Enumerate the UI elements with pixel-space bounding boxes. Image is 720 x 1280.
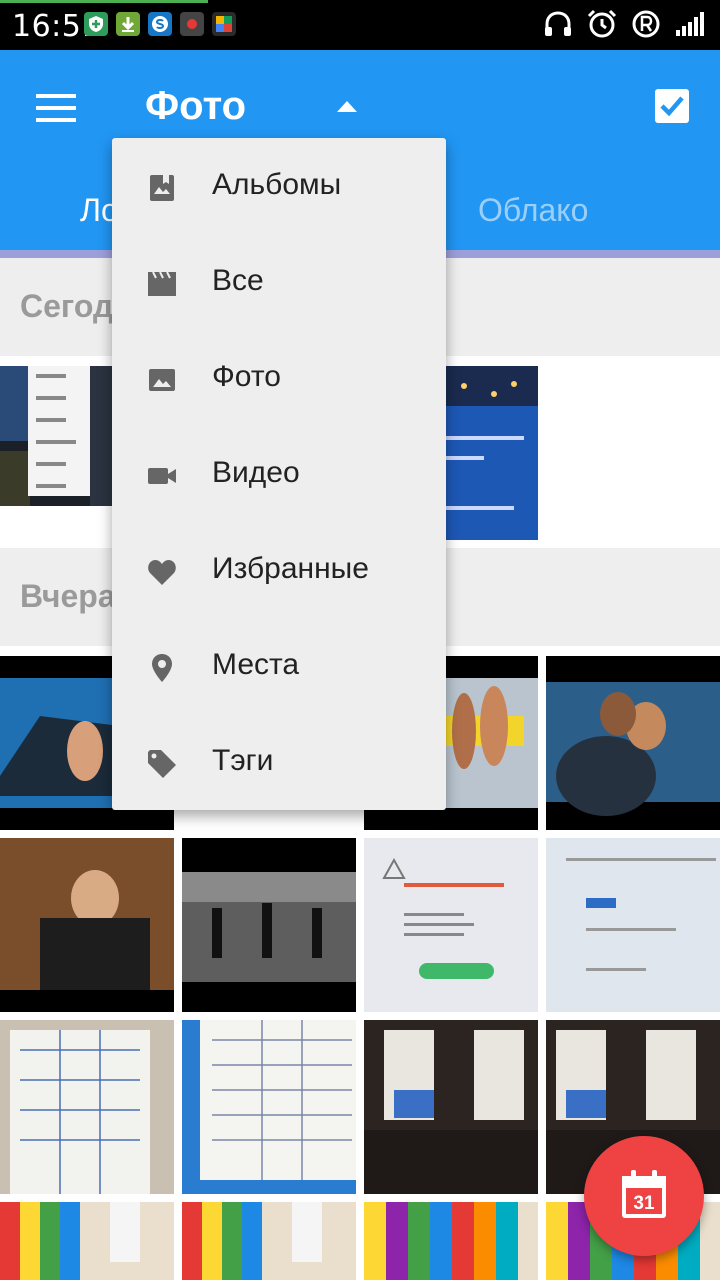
- menu-item-label: Видео: [212, 456, 300, 489]
- select-checkbox-icon[interactable]: [654, 88, 690, 124]
- menu-item-label: Фото: [212, 360, 281, 393]
- photo-thumbnail[interactable]: [182, 1020, 356, 1194]
- photo-thumbnail[interactable]: [546, 838, 720, 1012]
- photo-thumbnail[interactable]: [0, 1020, 174, 1194]
- image-icon: [149, 369, 175, 391]
- menu-item-label: Тэги: [212, 744, 274, 777]
- clapper-icon: [148, 271, 176, 296]
- status-icons: [542, 8, 706, 40]
- menu-item-label: Избранные: [212, 552, 369, 585]
- videocam-icon: [148, 468, 176, 484]
- menu-item-favorites[interactable]: Избранные: [112, 522, 446, 618]
- heart-icon: [148, 560, 176, 585]
- album-icon: [150, 175, 174, 201]
- page-title[interactable]: Фото: [145, 84, 246, 129]
- menu-item-label: Места: [212, 648, 300, 681]
- section-label: Сегод: [20, 288, 114, 324]
- skype-notification-icon: [148, 12, 172, 36]
- status-bar: 16:51: [0, 0, 720, 50]
- photo-thumbnail[interactable]: [546, 656, 720, 830]
- record-notification-icon: [180, 12, 204, 36]
- menu-item-label: Все: [212, 264, 264, 297]
- roaming-icon: [632, 10, 660, 38]
- calendar-date-text: 31: [633, 1193, 655, 1214]
- dropdown-arrow-up-icon[interactable]: [334, 98, 360, 114]
- menu-item-label: Альбомы: [212, 168, 342, 201]
- place-icon: [152, 654, 172, 682]
- photo-thumbnail[interactable]: [364, 838, 538, 1012]
- photo-thumbnail[interactable]: [0, 838, 174, 1012]
- status-progress-line: [0, 0, 208, 3]
- tab-cloud[interactable]: Облако: [478, 192, 588, 229]
- shield-notification-icon: [84, 12, 108, 36]
- menu-item-all[interactable]: Все: [112, 234, 446, 330]
- photo-thumbnail[interactable]: [182, 1202, 356, 1280]
- signal-icon: [676, 12, 704, 36]
- menu-item-video[interactable]: Видео: [112, 426, 446, 522]
- section-label: Вчера: [20, 578, 116, 614]
- photo-thumbnail[interactable]: [364, 1202, 538, 1280]
- alarm-icon: [587, 9, 617, 38]
- menu-item-places[interactable]: Места: [112, 618, 446, 714]
- puzzle-notification-icon: [212, 12, 236, 36]
- download-notification-icon: [116, 12, 140, 36]
- tag-icon: [148, 750, 176, 778]
- calendar-icon: 31: [622, 1170, 666, 1218]
- photo-thumbnail[interactable]: [182, 838, 356, 1012]
- photo-thumbnail[interactable]: [364, 1020, 538, 1194]
- filter-dropdown-menu: Альбомы Все Фото Видео Избранные Места Т…: [112, 138, 446, 810]
- calendar-fab-button[interactable]: 31: [584, 1136, 704, 1256]
- photo-thumbnail[interactable]: [0, 1202, 174, 1280]
- headset-icon: [545, 11, 571, 36]
- menu-item-tags[interactable]: Тэги: [112, 714, 446, 810]
- menu-item-photo[interactable]: Фото: [112, 330, 446, 426]
- hamburger-menu-icon[interactable]: [36, 92, 76, 124]
- menu-item-albums[interactable]: Альбомы: [112, 138, 446, 234]
